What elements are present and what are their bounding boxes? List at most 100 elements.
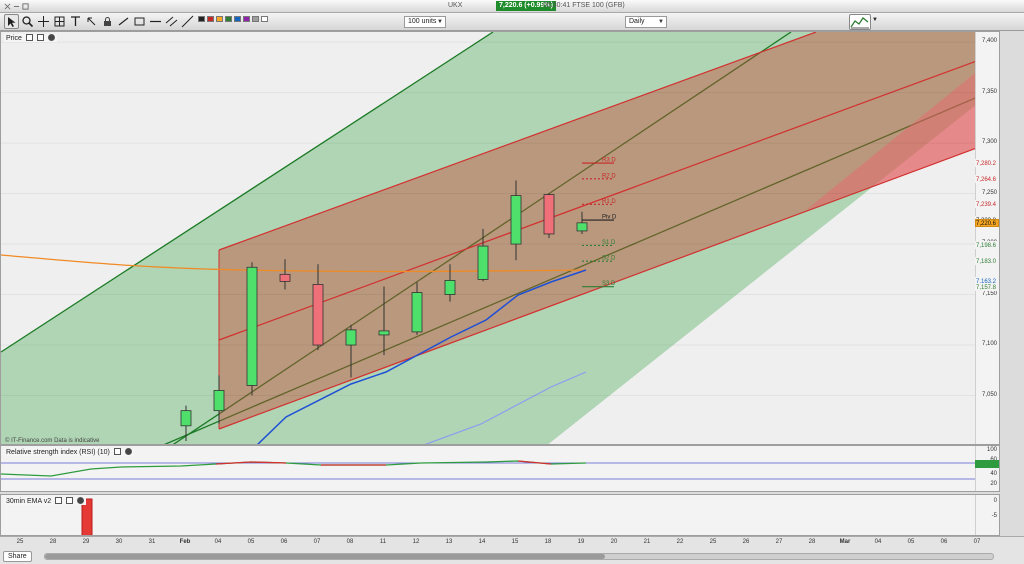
pointer-tool-button[interactable] [4,14,19,29]
price-axis[interactable]: 7,4007,3507,3007,2507,2007,1507,1007,050… [975,32,999,444]
pivot-label: R3 D [602,158,616,164]
date-label: 22 [676,539,684,545]
rsi-chart[interactable] [1,446,977,492]
close-panel-icon[interactable] [124,448,132,455]
channel-tool-button[interactable] [164,14,179,29]
date-label: 30 [115,539,123,545]
rsi-value-tag [975,460,999,468]
text-icon [71,16,80,26]
ema-panel: 30min EMA v2 0 -5 [0,494,1000,536]
date-label: 18 [544,539,552,545]
price-tag: 7,157.8 [975,282,999,291]
cursor-icon [8,17,16,27]
lock-icon [104,17,111,26]
date-label: 08 [346,539,354,545]
line-tool-button[interactable] [116,14,131,29]
minimize-window-icon[interactable] [13,3,20,10]
price-tag: 7,183.0 [975,257,999,266]
close-panel-icon[interactable] [77,497,84,504]
date-label: 11 [379,539,387,545]
arrow-icon [87,17,96,26]
color-swatch[interactable] [225,16,232,22]
ema-chart[interactable] [1,495,977,536]
candle-body [180,410,192,427]
cursor-style-button[interactable] [84,14,99,29]
units-value: 100 units [408,18,437,25]
price-panel: Price R3 D R2 D R1 D Piv D S1 D S2 D S3 D 7,40… [0,31,1000,445]
close-panel-icon[interactable] [47,34,55,41]
date-label: 06 [940,539,948,545]
rectangle-tool-button[interactable] [132,14,147,29]
date-label: 06 [280,539,288,545]
candle-body [576,222,588,232]
chevron-down-icon: ▼ [658,19,664,25]
date-label: 05 [247,539,255,545]
horizontal-line-icon [150,20,161,23]
pivot-label: S2 D [602,256,616,262]
date-label: 13 [445,539,453,545]
grid-tool-button[interactable] [52,14,67,29]
settings-icon[interactable] [55,497,63,504]
title-bar: UKX 7,220.6 (+0.99%) 06:30:41 FTSE 100 (… [0,0,1024,13]
price-chart[interactable]: R3 D R2 D R1 D Piv D S1 D S2 D S3 D [1,32,977,445]
zoom-tool-button[interactable] [20,14,35,29]
candle-body [444,279,456,295]
date-label: 07 [313,539,321,545]
candle-body [279,273,291,282]
date-label: 27 [775,539,783,545]
color-swatch[interactable] [198,16,205,22]
trading-app: UKX 7,220.6 (+0.99%) 06:30:41 FTSE 100 (… [0,0,1024,564]
interval-select[interactable]: Daily ▼ [625,16,667,28]
close-window-icon[interactable] [4,3,11,10]
price-tick-label: 7,350 [981,88,997,95]
price-tick-label: 7,250 [981,189,997,196]
toolbar: 100 units ▼ Daily ▼ ▼ [0,13,1024,31]
pivot-label: R1 D [602,199,616,205]
horizontal-scrollbar[interactable] [44,553,994,560]
candle-body [543,194,555,235]
ema-tick-label: -5 [991,513,997,519]
pivot-label: S3 D [602,281,616,287]
color-swatch[interactable] [207,16,214,22]
price-tick-label: 7,050 [981,391,997,398]
price-tag: 7,239.4 [975,200,999,209]
candle-body [246,266,258,386]
trendline-icon [118,17,129,26]
settings-icon[interactable] [113,448,121,455]
date-label: 19 [577,539,585,545]
rsi-panel-header: Relative strength index (RSI) (10) [4,448,134,456]
price-tag: 7,220.6 [975,219,999,228]
color-swatch[interactable] [261,16,268,22]
settings-icon[interactable] [25,34,33,41]
rsi-panel: Relative strength index (RSI) (10) 10060… [0,445,1000,492]
date-label: 15 [511,539,519,545]
chevron-down-icon: ▼ [437,19,443,25]
indicators-dropdown-icon[interactable]: ▼ [872,17,878,23]
scrollbar-thumb[interactable] [45,554,605,559]
candle-body [345,329,357,346]
color-swatch[interactable] [216,16,223,22]
lock-tool-button[interactable] [100,14,115,29]
date-label: 04 [874,539,882,545]
price-tick-label: 7,400 [981,38,997,45]
text-tool-button[interactable] [68,14,83,29]
units-select[interactable]: 100 units ▼ [404,16,446,28]
color-swatch[interactable] [234,16,241,22]
share-button[interactable]: Share [3,551,32,562]
maximize-panel-icon[interactable] [66,497,74,504]
ema-panel-title: 30min EMA v2 [6,498,52,505]
color-swatch[interactable] [252,16,259,22]
ema-panel-header: 30min EMA v2 [4,497,86,505]
crosshair-tool-button[interactable] [36,14,51,29]
indicators-button[interactable] [849,14,871,30]
date-label: 21 [643,539,651,545]
maximize-window-icon[interactable] [22,3,29,10]
color-swatch[interactable] [243,16,250,22]
hline-tool-button[interactable] [148,14,163,29]
date-label: 12 [412,539,420,545]
rectangle-icon [134,17,145,26]
date-label: 07 [973,539,981,545]
copyright-notice: © IT-Finance.com Data is indicative [5,438,100,444]
maximize-panel-icon[interactable] [36,34,44,41]
ray-tool-button[interactable] [180,14,195,29]
